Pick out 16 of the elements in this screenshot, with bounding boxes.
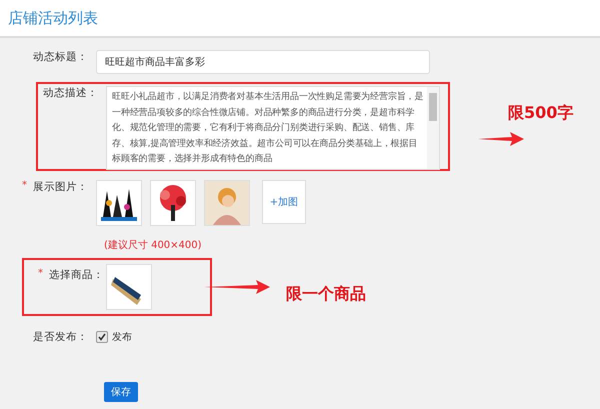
required-mark: * xyxy=(22,180,27,193)
field-label: 动态描述： xyxy=(43,86,98,100)
field-label: 选择商品： xyxy=(49,268,104,282)
field-label: 是否发布： xyxy=(33,330,88,344)
page-title: 店铺活动列表 xyxy=(8,8,98,28)
add-image-button[interactable]: +加图 xyxy=(262,180,306,224)
annotation-text: 限一个商品 xyxy=(286,284,366,304)
required-mark: * xyxy=(38,268,43,281)
title-input[interactable]: 旺旺超市商品丰富多彩 xyxy=(96,50,430,74)
field-label: 展示图片： xyxy=(33,180,88,194)
checkbox-label: 发布 xyxy=(112,331,132,344)
size-hint: (建议尺寸 400×400) xyxy=(104,238,203,252)
annotation-text: 限500字 xyxy=(508,103,574,122)
field-label: 动态标题： xyxy=(33,50,88,64)
description-textarea[interactable]: 旺旺小礼品超市，以满足消费者对基本生活用品一次性购足需要为经营宗旨，是一种经营品项较多的综合性微店铺。对品种繁多的商品进行分类，是超市科学化、规范化管理的需要，它有利于将商品分门别类进行采购、配送、销售、库存、核算,提高管理效率和经济效益。超市公司可以在商品分类基础上，根据目标顾客的需要，选择并形成有特色的商品 xyxy=(106,86,440,170)
save-button[interactable]: 保存 xyxy=(104,382,138,402)
